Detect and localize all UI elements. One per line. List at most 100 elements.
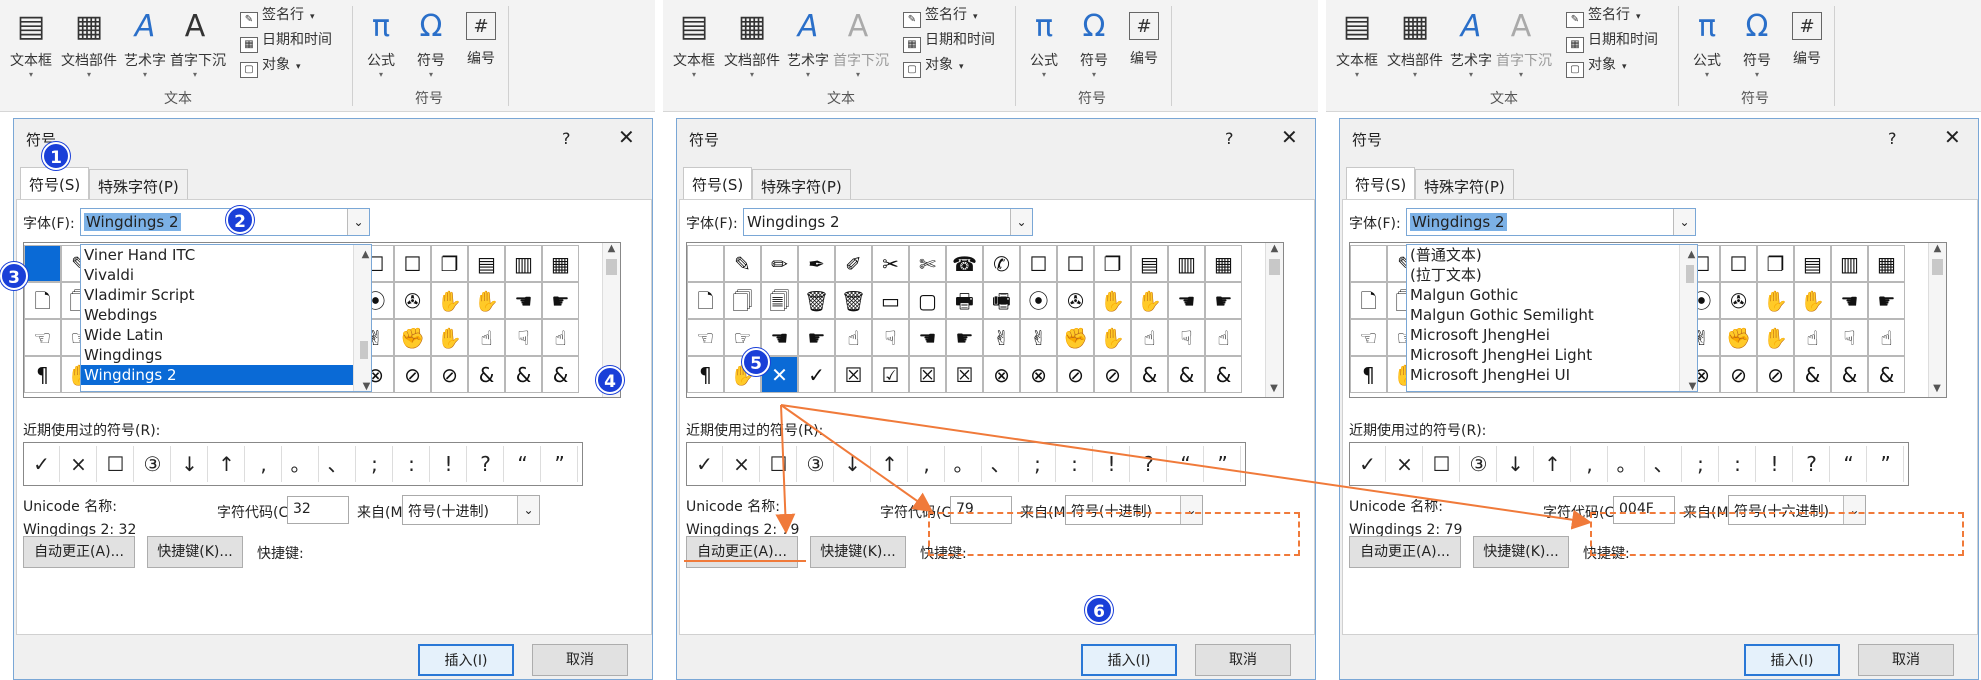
recent-symbol[interactable]: ? [468,446,504,482]
autocorrect-button[interactable]: 自动更正(A)... [23,536,135,568]
ribbon-button-3[interactable]: A 艺术字 ▾ [120,2,170,86]
symbol-cell[interactable]: ✋ [431,282,468,319]
help-button[interactable]: ? [1225,129,1234,148]
symbol-cell[interactable]: ☟ [1168,319,1205,356]
symbol-cell[interactable]: ✋ [1094,282,1131,319]
symbol-cell[interactable]: ✊ [394,319,431,356]
symbol-cell[interactable]: & [1168,356,1205,393]
ribbon-symbol-button-1[interactable]: π 公式 ▾ [358,2,404,86]
ribbon-button-4[interactable]: A 首字下沉 ▾ [170,2,226,86]
font-list-item[interactable]: Webdings [81,305,371,325]
recent-symbol[interactable]: ” [542,446,578,482]
chevron-down-icon[interactable]: ⌄ [517,496,539,524]
symbol-cell[interactable]: ☟ [872,319,909,356]
symbol-cell[interactable]: ✒ [798,245,835,282]
dropdown-scrollbar[interactable]: ▲ ▼ [353,245,373,392]
symbol-cell[interactable]: & [1205,356,1242,393]
recent-symbol[interactable]: : [1057,446,1093,482]
symbol-cell[interactable]: ☚ [1168,282,1205,319]
recent-symbol[interactable]: ↑ [209,446,245,482]
symbol-cell[interactable]: ✎ [724,245,761,282]
symbol-cell[interactable]: ⊗ [1020,356,1057,393]
recent-symbol[interactable]: ; [1020,446,1056,482]
dropdown-scrollbar[interactable]: ▲ ▼ [1679,245,1697,392]
symbol-cell[interactable]: ☝ [1868,319,1905,356]
recent-symbol[interactable]: ③ [1461,446,1497,482]
symbol-cell[interactable]: ⊘ [1057,356,1094,393]
symbol-cell[interactable]: ¶ [24,356,61,393]
recent-symbol[interactable]: : [394,446,430,482]
symbol-cell[interactable]: & [468,356,505,393]
symbol-cell[interactable]: ☜ [1350,319,1387,356]
recent-symbol[interactable]: ☐ [1424,446,1460,482]
symbol-cell[interactable]: ✌ [1020,319,1057,356]
symbol-cell[interactable]: ☛ [542,282,579,319]
symbol-cell[interactable]: ☛ [798,319,835,356]
recent-symbol[interactable]: ☐ [761,446,797,482]
tab-symbols[interactable]: 符号(S) [20,167,90,199]
font-list-item[interactable]: Wingdings [81,345,371,365]
symbol-cell[interactable] [1350,245,1387,282]
shortcut-key-button[interactable]: 快捷键(K)... [1473,536,1569,568]
recent-symbol[interactable]: , [1572,446,1608,482]
symbol-cell[interactable]: ✋ [1757,319,1794,356]
char-code-input[interactable]: 32 [287,496,349,524]
symbol-cell[interactable]: ☝ [542,319,579,356]
grid-scrollbar[interactable]: ▲▼ [1928,243,1946,397]
symbol-cell[interactable]: ✇ [1057,282,1094,319]
ribbon-button-1[interactable]: ▤ 文本框 ▾ [669,2,719,86]
font-list-item[interactable]: (普通文本) [1407,245,1697,265]
symbol-cell[interactable]: ✋ [1757,282,1794,319]
symbol-cell[interactable]: ⊘ [431,356,468,393]
symbol-cell[interactable]: ▤ [468,245,505,282]
symbol-cell[interactable]: ☝ [1794,319,1831,356]
font-list-item[interactable]: Malgun Gothic Semilight [1407,305,1697,325]
font-select[interactable]: Wingdings 2 ⌄ [743,208,1033,236]
close-button[interactable]: ✕ [1944,125,1961,149]
recent-symbol[interactable]: ↑ [872,446,908,482]
recent-symbol[interactable]: ③ [798,446,834,482]
font-list-item[interactable]: Viner Hand ITC [81,245,371,265]
symbol-cell[interactable]: ☝ [1205,319,1242,356]
scroll-up-icon[interactable]: ▲ [1266,243,1283,257]
scroll-thumb[interactable] [1686,265,1694,283]
tab-special-characters[interactable]: 特殊字符(P) [1415,169,1514,199]
font-dropdown-list[interactable]: Viner Hand ITC Vivaldi Vladimir Script Webd… [80,244,372,392]
symbol-cell[interactable]: ✄ [909,245,946,282]
symbol-cell[interactable]: ☝ [835,319,872,356]
symbol-cell[interactable]: ▭ [872,282,909,319]
symbol-cell[interactable]: ▢ [909,282,946,319]
scroll-down-icon[interactable]: ▼ [357,377,373,392]
recent-symbol[interactable]: , [246,446,282,482]
symbol-cell[interactable]: ☐ [1020,245,1057,282]
symbol-cell[interactable]: ¶ [687,356,724,393]
symbol-cell[interactable]: 🗋 [24,282,61,319]
symbol-cell[interactable]: ▥ [1831,245,1868,282]
chevron-down-icon[interactable]: ⌄ [1673,209,1695,235]
ribbon-small-1[interactable]: ✎ 签名行 ▾ [1566,4,1641,28]
symbol-cell[interactable]: ▥ [505,245,542,282]
symbol-cell[interactable]: ☛ [1868,282,1905,319]
symbol-cell[interactable]: 🗑 [835,282,872,319]
symbol-cell[interactable]: 🗐 [761,282,798,319]
font-list-item[interactable]: Wingdings 2 [81,365,371,385]
cancel-button[interactable]: 取消 [1858,644,1954,676]
symbol-cell[interactable]: & [542,356,579,393]
symbol-cell[interactable]: ☛ [946,319,983,356]
recent-symbol[interactable]: × [724,446,760,482]
font-select[interactable]: Wingdings 2 ⌄ [80,208,370,236]
help-button[interactable]: ? [562,129,571,148]
symbol-cell[interactable]: ☚ [761,319,798,356]
ribbon-symbol-button-1[interactable]: π 公式 ▾ [1684,2,1730,86]
tab-symbols[interactable]: 符号(S) [1346,167,1416,199]
recent-symbol[interactable]: ! [431,446,467,482]
symbol-cell[interactable]: ☐ [1057,245,1094,282]
ribbon-button-3[interactable]: A 艺术字 ▾ [1446,2,1496,86]
symbol-cell[interactable]: ✇ [1720,282,1757,319]
symbol-cell[interactable]: ✂ [872,245,909,282]
symbol-cell[interactable] [687,245,724,282]
recent-symbol[interactable]: 、 [983,446,1019,482]
recent-symbol[interactable]: ! [1757,446,1793,482]
ribbon-button-1[interactable]: ▤ 文本框 ▾ [1332,2,1382,86]
recent-symbol[interactable]: ↓ [172,446,208,482]
